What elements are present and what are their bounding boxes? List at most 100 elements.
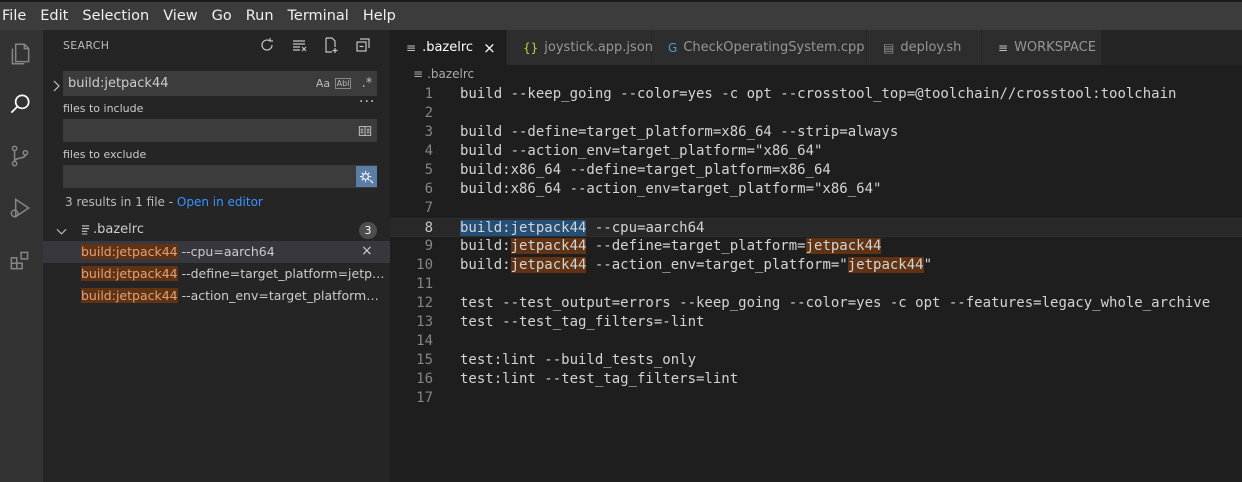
line-number: 8 (424, 220, 433, 236)
match-highlight: build:jetpack44 (81, 266, 178, 281)
match-row[interactable]: build:jetpack44 --cpu=aarch64 × (43, 241, 390, 263)
close-tab-icon[interactable]: × (483, 39, 496, 57)
results-summary: 3 results in 1 file - Open in editor (65, 195, 263, 209)
open-in-editor-link[interactable]: Open in editor (177, 195, 263, 209)
files-to-include-box (63, 119, 377, 142)
results-summary-text: 3 results in 1 file - (65, 195, 177, 209)
code-line[interactable]: 10 build:jetpack44 --action_env=target_pl… (390, 256, 1242, 275)
line-number: 3 (424, 124, 433, 140)
search-input-box: Aa Abl .* (63, 71, 377, 96)
line-number: 11 (416, 276, 433, 292)
match-case-toggle[interactable]: Aa (315, 75, 331, 91)
match-whole-word-toggle[interactable]: Abl (335, 78, 351, 89)
line-number: 1 (424, 86, 433, 102)
result-file-row[interactable]: .bazelrc 3 (43, 219, 390, 241)
code-line[interactable]: 2 (390, 104, 1242, 123)
code-text: build --action_env=target_platform="x86_… (460, 143, 823, 159)
clear-results-icon[interactable] (290, 36, 308, 54)
open-editors-only-icon[interactable] (356, 122, 373, 139)
code-line[interactable]: 7 (390, 199, 1242, 218)
files-to-include-input[interactable] (63, 119, 343, 142)
menu-selection[interactable]: Selection (80, 8, 149, 24)
toggle-replace-chevron-icon[interactable] (51, 77, 61, 92)
code-editor[interactable]: 1 build --keep_going --color=yes -c opt -… (390, 85, 1242, 482)
use-exclude-settings-icon[interactable] (356, 166, 377, 187)
file-type-icon: ≡ (998, 40, 1009, 55)
use-regex-toggle[interactable]: .* (359, 75, 375, 91)
code-line[interactable]: 12 test --test_output=errors --keep_going… (390, 294, 1242, 313)
code-line[interactable]: 14 (390, 332, 1242, 351)
code-line[interactable]: 1 build --keep_going --color=yes -c opt -… (390, 85, 1242, 104)
code-line[interactable]: 11 (390, 275, 1242, 294)
menu-view[interactable]: View (161, 8, 197, 24)
menu-edit[interactable]: Edit (38, 8, 68, 24)
code-text: build:x86_64 --define=target_platform=x8… (460, 162, 831, 178)
code-line[interactable]: 17 (390, 389, 1242, 408)
line-number: 7 (424, 200, 433, 216)
menu-help[interactable]: Help (361, 8, 396, 24)
code-text: build --define=target_platform=x86_64 --… (460, 124, 899, 140)
code-text: build:jetpack44 --define=target_platform… (460, 238, 882, 254)
code-line[interactable]: 16 test:lint --test_tag_filters=lint (390, 370, 1242, 389)
menu-file[interactable]: File (0, 8, 26, 24)
files-to-exclude-input[interactable] (63, 165, 343, 188)
line-number: 5 (424, 162, 433, 178)
breadcrumb-file[interactable]: .bazelrc (427, 67, 474, 81)
match-line-text: build:jetpack44 --action_env=target_plat… (81, 288, 387, 303)
file-type-icon: G (668, 40, 678, 55)
tab-deploy-sh[interactable]: ▤ deploy.sh (867, 30, 982, 65)
match-highlight: build:jetpack44 (81, 288, 178, 303)
file-type-icon: ≡ (406, 40, 417, 55)
code-line[interactable]: 3 build --define=target_platform=x86_64 -… (390, 123, 1242, 142)
sidebar-title: SEARCH (63, 39, 110, 52)
file-type-icon: {} (523, 40, 539, 55)
line-number: 14 (416, 333, 433, 349)
line-number: 15 (416, 352, 433, 368)
search-icon[interactable] (4, 88, 36, 120)
menu-go[interactable]: Go (210, 8, 232, 24)
code-text: test --test_tag_filters=-lint (460, 314, 705, 330)
code-text: build --keep_going --color=yes -c opt --… (460, 86, 1177, 102)
code-line[interactable]: 4 build --action_env=target_platform="x86… (390, 142, 1242, 161)
code-line[interactable]: 15 test:lint --build_tests_only (390, 351, 1242, 370)
occurrence-highlight: jetpack44 (510, 238, 587, 254)
code-line[interactable]: 5 build:x86_64 --define=target_platform=x… (390, 161, 1242, 180)
code-line[interactable]: 9 build:jetpack44 --define=target_platfor… (390, 237, 1242, 256)
selection-highlight: build:jetpack44 (460, 220, 587, 236)
toggle-search-details-button[interactable]: ··· (359, 94, 375, 110)
menu-terminal[interactable]: Terminal (286, 8, 349, 24)
files-icon[interactable] (4, 38, 36, 70)
result-file-name: .bazelrc (93, 222, 144, 237)
tab-workspace[interactable]: ≡ WORKSPACE (982, 30, 1102, 65)
code-line[interactable]: 6 build:x86_64 --action_env=target_platfo… (390, 180, 1242, 199)
extensions-icon[interactable] (4, 244, 36, 276)
run-debug-icon[interactable] (4, 192, 36, 224)
file-type-icon: ▤ (883, 40, 895, 55)
collapse-all-icon[interactable] (354, 36, 372, 54)
match-context: --cpu=aarch64 (177, 244, 275, 259)
source-control-icon[interactable] (4, 140, 36, 172)
result-count-badge: 3 (359, 222, 377, 239)
line-number: 2 (424, 105, 433, 121)
search-input[interactable] (63, 76, 303, 91)
tab-checkoperatingsystem-cpp[interactable]: G CheckOperatingSystem.cpp (652, 30, 867, 65)
menu-run[interactable]: Run (244, 8, 274, 24)
line-number: 13 (416, 314, 433, 330)
tab-label: CheckOperatingSystem.cpp (683, 40, 865, 55)
match-context: --action_env=target_platform="jetpack44" (181, 288, 387, 303)
match-row[interactable]: build:jetpack44 --action_env=target_plat… (43, 285, 390, 307)
code-line[interactable]: 8 build:jetpack44 --cpu=aarch64 (390, 218, 1242, 237)
match-highlight: build:jetpack44 (81, 244, 178, 259)
line-number: 6 (424, 181, 433, 197)
match-row[interactable]: build:jetpack44 --define=target_platform… (43, 263, 390, 285)
breadcrumb[interactable]: ≡ .bazelrc (413, 67, 474, 81)
tab-bazelrc[interactable]: ≡ .bazelrc × (390, 30, 507, 65)
dismiss-match-icon[interactable]: × (361, 243, 373, 259)
settings-file-icon: ≡ (413, 67, 424, 81)
chevron-down-icon[interactable] (56, 225, 67, 240)
new-search-editor-icon[interactable] (322, 36, 340, 54)
tab-joystick-app-json[interactable]: {} joystick.app.json (507, 30, 653, 65)
refresh-icon[interactable] (258, 36, 276, 54)
code-text: build:jetpack44 --action_env=target_plat… (460, 257, 933, 273)
code-line[interactable]: 13 test --test_tag_filters=-lint (390, 313, 1242, 332)
